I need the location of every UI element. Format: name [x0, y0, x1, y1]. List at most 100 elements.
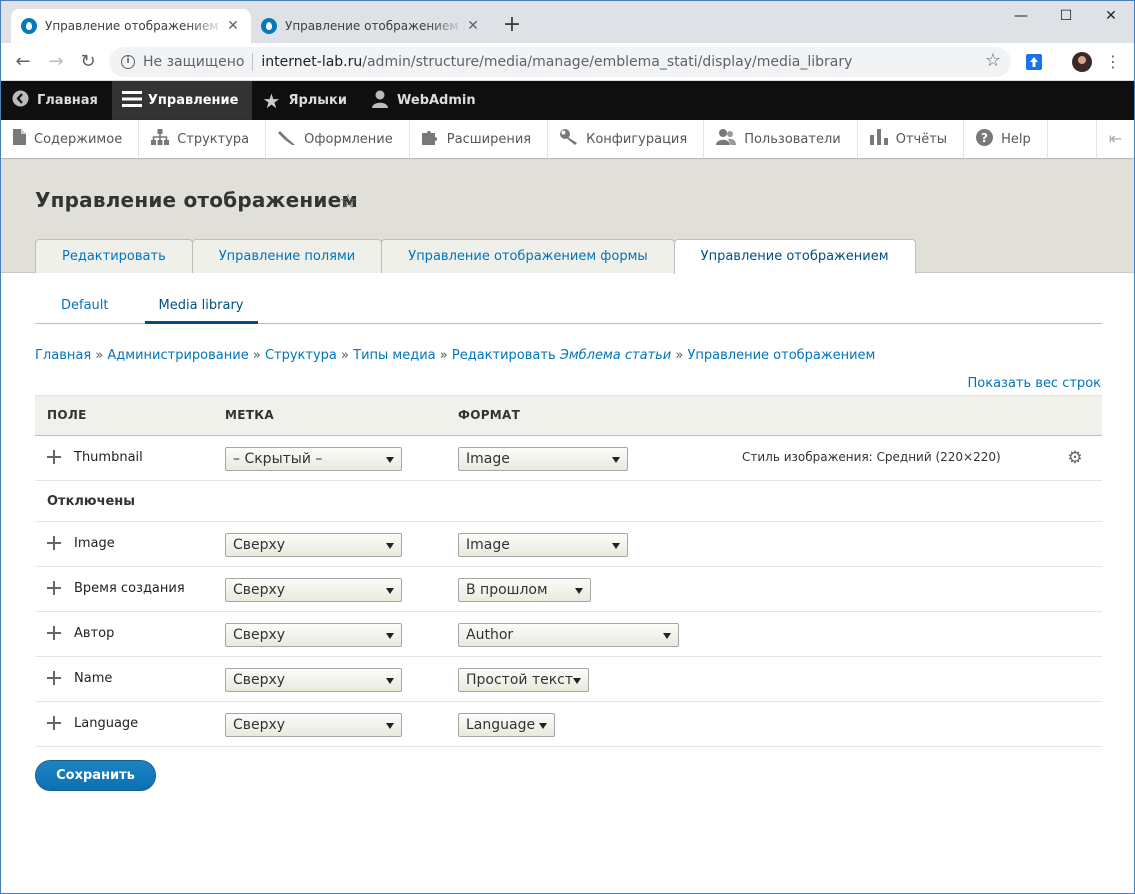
- close-window-button[interactable]: ✕: [1088, 5, 1134, 27]
- admin-toolbar: Главная Управление ★ Ярлыки WebAdmin: [1, 81, 1134, 120]
- tab-title: Управление отображением | int: [285, 19, 465, 33]
- format-select[interactable]: Language: [458, 713, 555, 737]
- format-summary: Стиль изображения: Средний (220×220): [742, 450, 1001, 464]
- toolbar-item-manage[interactable]: Управление: [111, 81, 253, 120]
- label-select[interactable]: Сверху: [225, 668, 402, 692]
- tray-item-extend[interactable]: Расширения: [410, 120, 549, 158]
- security-label: Не защищено: [143, 54, 245, 70]
- primary-tabs: Редактировать Управление полями Управлен…: [35, 239, 916, 274]
- browser-tab-2[interactable]: Управление отображением | int ✕: [251, 9, 491, 43]
- collapse-tray-icon[interactable]: ⇤: [1096, 120, 1134, 158]
- label-select[interactable]: – Скрытый –: [225, 447, 402, 471]
- bookmark-star-icon[interactable]: ☆: [985, 50, 1001, 71]
- tray-item-config[interactable]: Конфигурация: [548, 120, 705, 158]
- back-icon[interactable]: ←: [11, 50, 35, 74]
- page-header: Управление отображением ☆ Редактировать …: [1, 160, 1134, 274]
- breadcrumb-media-types[interactable]: Типы медиа: [353, 348, 436, 363]
- tab-manage-fields[interactable]: Управление полями: [191, 239, 383, 273]
- table-row: Language Сверху Language: [35, 702, 1102, 747]
- breadcrumb-edit-prefix: Редактировать: [451, 348, 556, 363]
- tray-label: Конфигурация: [586, 131, 688, 147]
- drag-handle-icon[interactable]: [46, 625, 62, 641]
- tray-label: Оформление: [304, 131, 393, 147]
- tab-media-library[interactable]: Media library: [144, 291, 258, 324]
- structure-icon: [151, 129, 170, 149]
- save-button[interactable]: Сохранить: [35, 760, 156, 791]
- breadcrumb-admin[interactable]: Администрирование: [107, 348, 248, 363]
- puzzle-icon: [421, 129, 439, 149]
- tray-item-help[interactable]: ? Help: [964, 120, 1048, 158]
- tray-label: Содержимое: [34, 131, 123, 147]
- drupal-favicon-icon: [261, 18, 277, 34]
- toolbar-item-user[interactable]: WebAdmin: [361, 81, 490, 120]
- close-tab-icon[interactable]: ✕: [225, 18, 241, 34]
- breadcrumb-sep: »: [439, 348, 448, 363]
- drag-handle-icon[interactable]: [46, 715, 62, 731]
- field-name: Name: [74, 671, 113, 686]
- secondary-tabs: Default Media library: [35, 291, 1102, 324]
- reload-icon[interactable]: ↻: [76, 50, 100, 74]
- url-path: /admin/structure/media/manage/emblema_st…: [362, 54, 853, 70]
- forward-icon[interactable]: →: [44, 50, 68, 74]
- toolbar-item-home[interactable]: Главная: [1, 81, 112, 120]
- tray-label: Структура: [177, 131, 250, 147]
- label-select[interactable]: Сверху: [225, 578, 402, 602]
- breadcrumb-edit[interactable]: Редактировать Эмблема статьи: [452, 348, 671, 363]
- field-name: Thumbnail: [74, 450, 143, 465]
- breadcrumb-current[interactable]: Управление отображением: [688, 348, 876, 363]
- format-select[interactable]: Image: [458, 533, 628, 557]
- tray-item-appearance[interactable]: Оформление: [266, 120, 410, 158]
- column-header-format: ФОРМАТ: [458, 408, 521, 422]
- minimize-button[interactable]: —: [998, 5, 1044, 27]
- tab-edit[interactable]: Редактировать: [35, 239, 193, 273]
- breadcrumb-edit-name: Эмблема статьи: [559, 348, 672, 363]
- breadcrumb-home[interactable]: Главная: [35, 348, 91, 363]
- close-tab-icon[interactable]: ✕: [465, 18, 481, 34]
- separator: [252, 53, 254, 71]
- label-select[interactable]: Сверху: [225, 533, 402, 557]
- extension-icon[interactable]: [1026, 54, 1042, 70]
- browser-tab-1[interactable]: Управление отображением | int ✕: [11, 9, 251, 43]
- profile-avatar-icon[interactable]: [1072, 52, 1092, 72]
- field-name: Автор: [74, 626, 115, 641]
- drag-handle-icon[interactable]: [46, 535, 62, 551]
- back-icon: [11, 90, 29, 111]
- format-select[interactable]: Author: [458, 623, 679, 647]
- format-select[interactable]: В прошлом: [458, 578, 591, 602]
- drag-handle-icon[interactable]: [46, 449, 62, 465]
- tray-item-people[interactable]: Пользователи: [704, 120, 858, 158]
- field-display-table: ПОЛЕ МЕТКА ФОРМАТ Thumbnail – Скрытый – …: [35, 395, 1102, 747]
- format-select[interactable]: Image: [458, 447, 628, 471]
- brush-icon: [278, 129, 296, 149]
- tab-manage-form-display[interactable]: Управление отображением формы: [381, 239, 675, 273]
- gear-icon[interactable]: ⚙: [1066, 449, 1084, 467]
- tab-manage-display[interactable]: Управление отображением: [673, 239, 916, 274]
- breadcrumb-structure[interactable]: Структура: [265, 348, 337, 363]
- browser-menu-icon[interactable]: ⋮: [1101, 50, 1125, 74]
- tray-item-reports[interactable]: Отчёты: [858, 120, 965, 158]
- tray-item-content[interactable]: Содержимое: [1, 120, 140, 158]
- toolbar-item-shortcuts[interactable]: ★ Ярлыки: [252, 81, 361, 120]
- region-title: Отключены: [47, 494, 136, 509]
- tray-label: Пользователи: [744, 131, 841, 147]
- table-row: Image Сверху Image: [35, 522, 1102, 567]
- label-select[interactable]: Сверху: [225, 623, 402, 647]
- drag-handle-icon[interactable]: [46, 670, 62, 686]
- format-select[interactable]: Простой текст: [458, 668, 589, 692]
- shortcut-star-icon[interactable]: ☆: [339, 189, 357, 213]
- tab-default[interactable]: Default: [35, 291, 123, 324]
- label-select[interactable]: Сверху: [225, 713, 402, 737]
- info-icon[interactable]: i: [121, 55, 135, 69]
- maximize-button[interactable]: ☐: [1043, 5, 1089, 27]
- drag-handle-icon[interactable]: [46, 580, 62, 596]
- breadcrumb-sep: »: [252, 348, 261, 363]
- svg-text:?: ?: [981, 131, 988, 145]
- field-name: Image: [74, 536, 115, 551]
- show-row-weights-link[interactable]: Показать вес строк: [967, 376, 1101, 391]
- tab-title: Управление отображением | int: [45, 19, 225, 33]
- address-bar[interactable]: i Не защищено internet-lab.ru/admin/stru…: [109, 47, 1011, 77]
- breadcrumb: Главная » Администрирование » Структура …: [35, 348, 875, 363]
- new-tab-button[interactable]: +: [499, 13, 525, 39]
- tray-item-structure[interactable]: Структура: [139, 120, 267, 158]
- column-header-field: ПОЛЕ: [47, 408, 87, 422]
